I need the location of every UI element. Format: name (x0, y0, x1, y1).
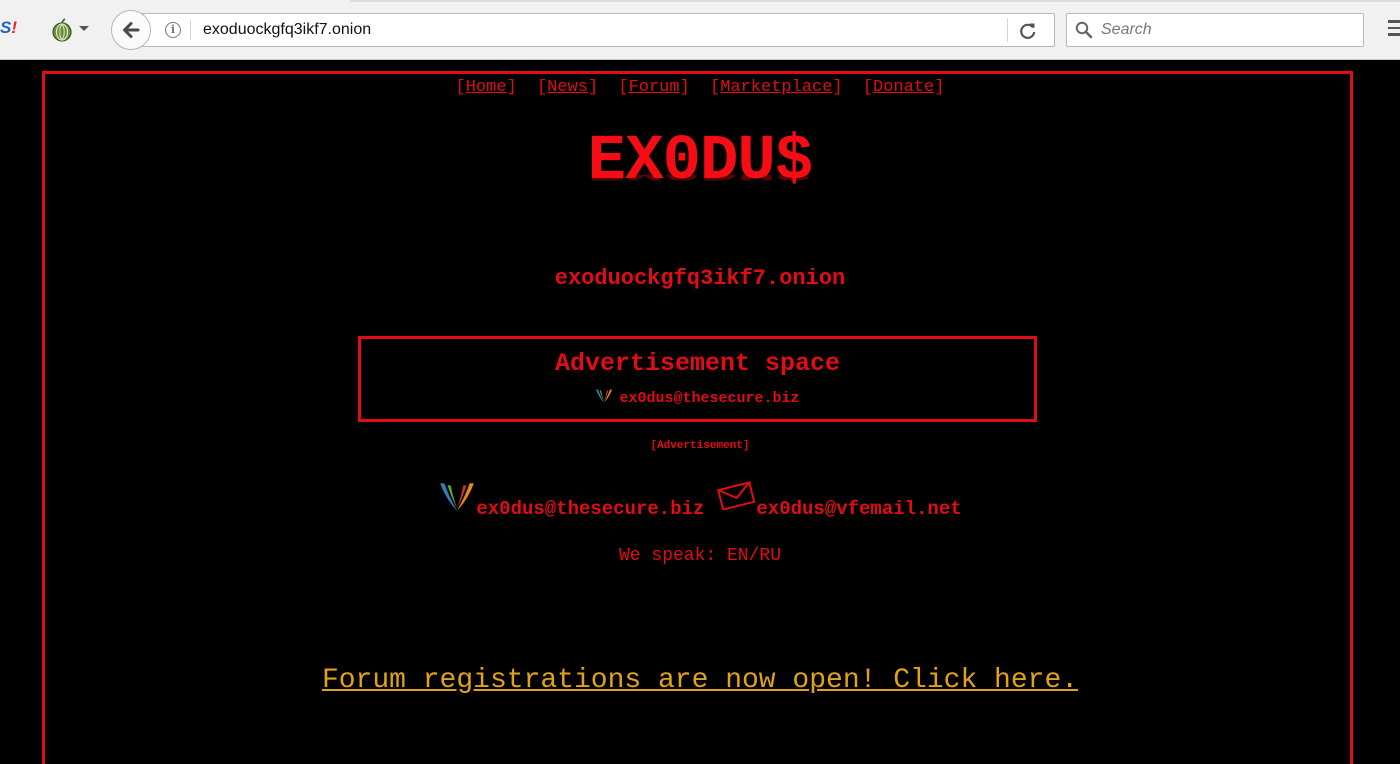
site-logo-reflection: EX0DU$ (0, 175, 1400, 184)
hamburger-line (1388, 20, 1400, 23)
bracket-open: [ (618, 78, 629, 97)
nav-item-donate: [Donate] (863, 78, 945, 97)
envelope-icon (717, 481, 756, 510)
bracket-open: [ (710, 78, 721, 97)
menu-button[interactable] (1388, 20, 1400, 40)
bracket-close: ] (587, 78, 599, 97)
email-contact[interactable]: ex0dus@vfemail.net (756, 480, 961, 520)
nav-item-marketplace: [Marketplace] (710, 78, 843, 97)
onion-icon (52, 18, 72, 42)
url-text[interactable]: exoduockgfq3ikf7.onion (203, 20, 371, 40)
bracket-close: ] (832, 78, 843, 97)
bracket-close: ] (679, 78, 690, 97)
chevron-down-icon (79, 26, 89, 31)
nav-item-home: [Home] (456, 78, 517, 97)
reload-button[interactable] (1017, 20, 1041, 42)
advertisement-contact: ex0dus@thesecure.biz (361, 388, 1034, 407)
bracket-open: [ (862, 78, 874, 97)
url-separator (190, 20, 191, 40)
reload-icon (1020, 23, 1036, 39)
bracket-close: ] (934, 78, 945, 97)
extension-icon-bang: ! (11, 18, 18, 37)
languages-text: We speak: EN/RU (618, 546, 782, 566)
nav-link-donate[interactable]: Donate (873, 78, 934, 97)
bracket-open: [ (455, 78, 466, 97)
hamburger-line (1388, 26, 1400, 29)
advertisement-label: [Advertisement] (650, 440, 750, 452)
tor-onion-button[interactable] (46, 16, 94, 44)
back-arrow-icon (123, 22, 140, 38)
advertisement-email[interactable]: ex0dus@thesecure.biz (619, 390, 799, 407)
site-logo: EX0DU$ (587, 126, 813, 198)
xmpp-icon (596, 389, 613, 403)
browser-toolbar: S! i exoduockgfq3ikf7.onion (0, 0, 1400, 60)
forum-registration-link[interactable]: Forum registrations are now open! Click … (322, 665, 1078, 696)
nav-item-news: [News] (537, 78, 598, 97)
info-icon[interactable]: i (165, 22, 181, 38)
forum-registration-notice: Forum registrations are now open! Click … (0, 665, 1400, 696)
xmpp-contact[interactable]: ex0dus@thesecure.biz (476, 480, 704, 520)
reload-separator (1007, 18, 1008, 42)
search-input[interactable] (1101, 19, 1351, 41)
advertisement-title: Advertisement space (554, 349, 841, 378)
back-button[interactable] (111, 10, 151, 50)
url-bar[interactable]: i exoduockgfq3ikf7.onion (130, 13, 1055, 47)
tab-strip-edge (350, 0, 1400, 2)
bracket-open: [ (536, 78, 548, 97)
extension-icon[interactable]: S! (0, 18, 24, 42)
nav-link-forum[interactable]: Forum (629, 78, 680, 97)
advertisement-box[interactable]: Advertisement space ex0dus@thesecure.biz (358, 336, 1037, 422)
search-icon (1075, 21, 1093, 39)
page-content: [Home] [News] [Forum] [Marketplace] [Don… (0, 60, 1400, 764)
site-nav: [Home] [News] [Forum] [Marketplace] [Don… (0, 78, 1400, 97)
onion-address: exoduockgfq3ikf7.onion (554, 266, 846, 291)
site-logo-reflection-text: EX0DU$ (588, 175, 812, 184)
nav-link-news[interactable]: News (547, 78, 588, 97)
bracket-close: ] (506, 78, 517, 97)
search-bar[interactable] (1066, 13, 1364, 47)
extension-icon-letter: S (0, 18, 12, 37)
nav-item-forum: [Forum] (618, 78, 689, 97)
xmpp-icon (440, 483, 475, 511)
nav-link-marketplace[interactable]: Marketplace (720, 78, 832, 97)
contact-row: ex0dus@thesecure.biz ex0dus@vfemail.net (0, 480, 1400, 520)
nav-link-home[interactable]: Home (466, 78, 507, 97)
hamburger-line (1388, 33, 1400, 36)
